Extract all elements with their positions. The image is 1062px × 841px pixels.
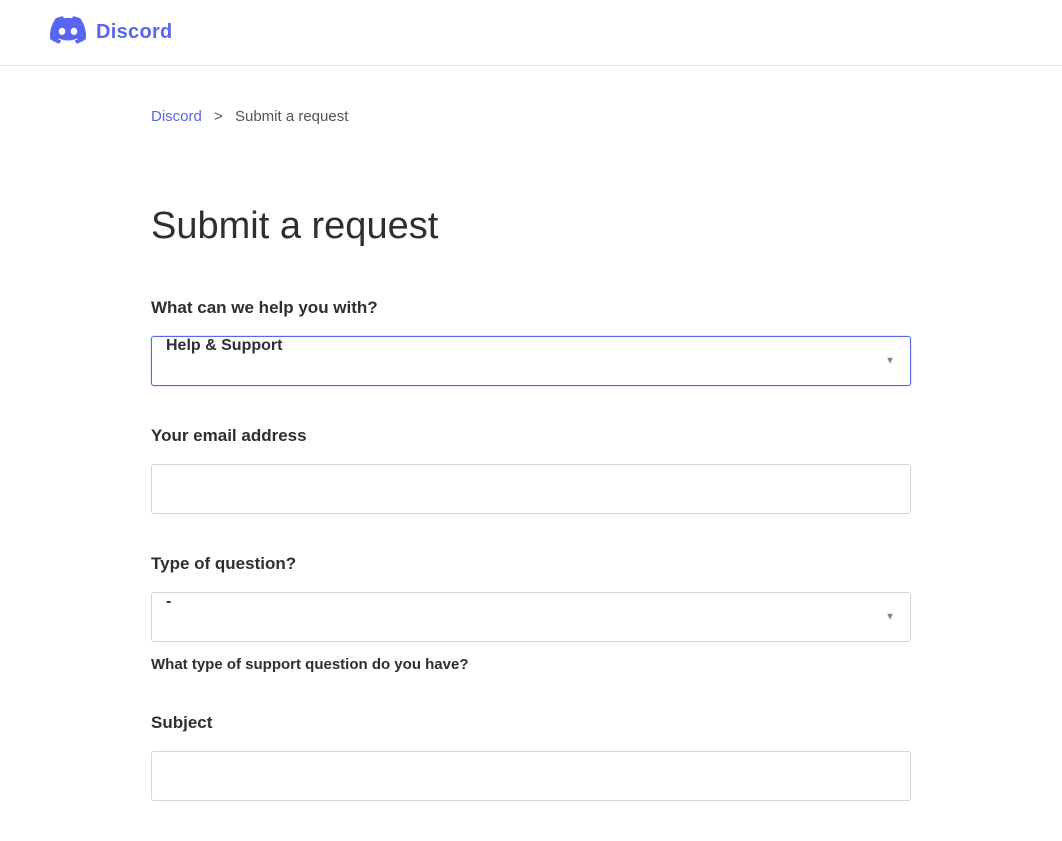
help-with-group: What can we help you with? Help & Suppor… [151,298,911,386]
question-type-help-text: What type of support question do you hav… [151,656,911,673]
request-form: What can we help you with? Help & Suppor… [151,298,911,801]
email-field[interactable] [151,464,911,514]
breadcrumb-separator: > [214,108,223,125]
subject-label: Subject [151,713,911,733]
breadcrumb: Discord > Submit a request [151,66,911,125]
subject-group: Subject [151,713,911,801]
email-group: Your email address [151,426,911,514]
help-with-select-wrapper: Help & Support ▼ [151,336,911,386]
question-type-select[interactable]: - [151,592,911,642]
page-title: Submit a request [151,205,911,248]
email-label: Your email address [151,426,911,446]
header: Discord [0,0,1062,66]
question-type-label: Type of question? [151,554,911,574]
help-with-label: What can we help you with? [151,298,911,318]
logo-text: Discord [96,21,173,44]
question-type-select-wrapper: - ▼ [151,592,911,642]
help-with-select[interactable]: Help & Support [151,336,911,386]
logo-link[interactable]: Discord [50,16,173,49]
breadcrumb-current: Submit a request [235,108,348,125]
question-type-group: Type of question? - ▼ What type of suppo… [151,554,911,673]
breadcrumb-home-link[interactable]: Discord [151,108,202,125]
discord-logo-icon [50,16,86,49]
